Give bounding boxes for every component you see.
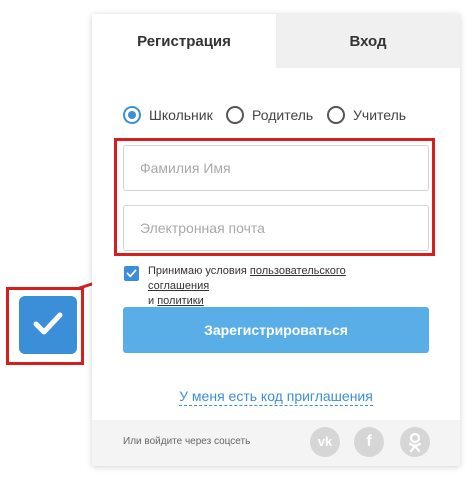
social-login-footer: Или войдите через соцсеть vk f [92, 420, 460, 466]
facebook-icon[interactable]: f [354, 427, 384, 457]
agreement-text: Принимаю условия пользовательского согла… [148, 264, 408, 309]
radio-unchecked-icon [226, 106, 244, 124]
radio-checked-icon [123, 106, 141, 124]
role-selector: Школьник Родитель Учитель [123, 104, 443, 128]
radio-unchecked-icon [327, 106, 345, 124]
vk-icon[interactable]: vk [310, 427, 340, 457]
tab-login[interactable]: Вход [276, 14, 460, 68]
role-label: Учитель [353, 107, 407, 123]
email-input[interactable] [123, 205, 429, 251]
annotation-zoom-frame [6, 287, 84, 365]
enlarged-checkbox-icon [19, 296, 77, 354]
invite-link-label: У меня есть код приглашения [179, 388, 373, 406]
agreement-middle: и [148, 295, 158, 307]
tab-register[interactable]: Регистрация [92, 14, 276, 68]
checkmark-icon [126, 269, 137, 278]
social-login-label: Или войдите через соцсеть [123, 436, 251, 447]
invite-code-link[interactable]: У меня есть код приглашения [92, 388, 460, 406]
register-button[interactable]: Зарегистрироваться [123, 307, 429, 353]
role-label: Школьник [149, 107, 213, 123]
auth-tabs: Регистрация Вход [92, 14, 460, 68]
odnoklassniki-icon[interactable] [400, 427, 430, 457]
agreement-prefix: Принимаю условия [148, 265, 250, 277]
policy-link[interactable]: политики [157, 295, 204, 307]
agree-checkbox[interactable] [124, 266, 139, 281]
role-label: Родитель [252, 107, 314, 123]
full-name-input[interactable] [123, 145, 429, 191]
